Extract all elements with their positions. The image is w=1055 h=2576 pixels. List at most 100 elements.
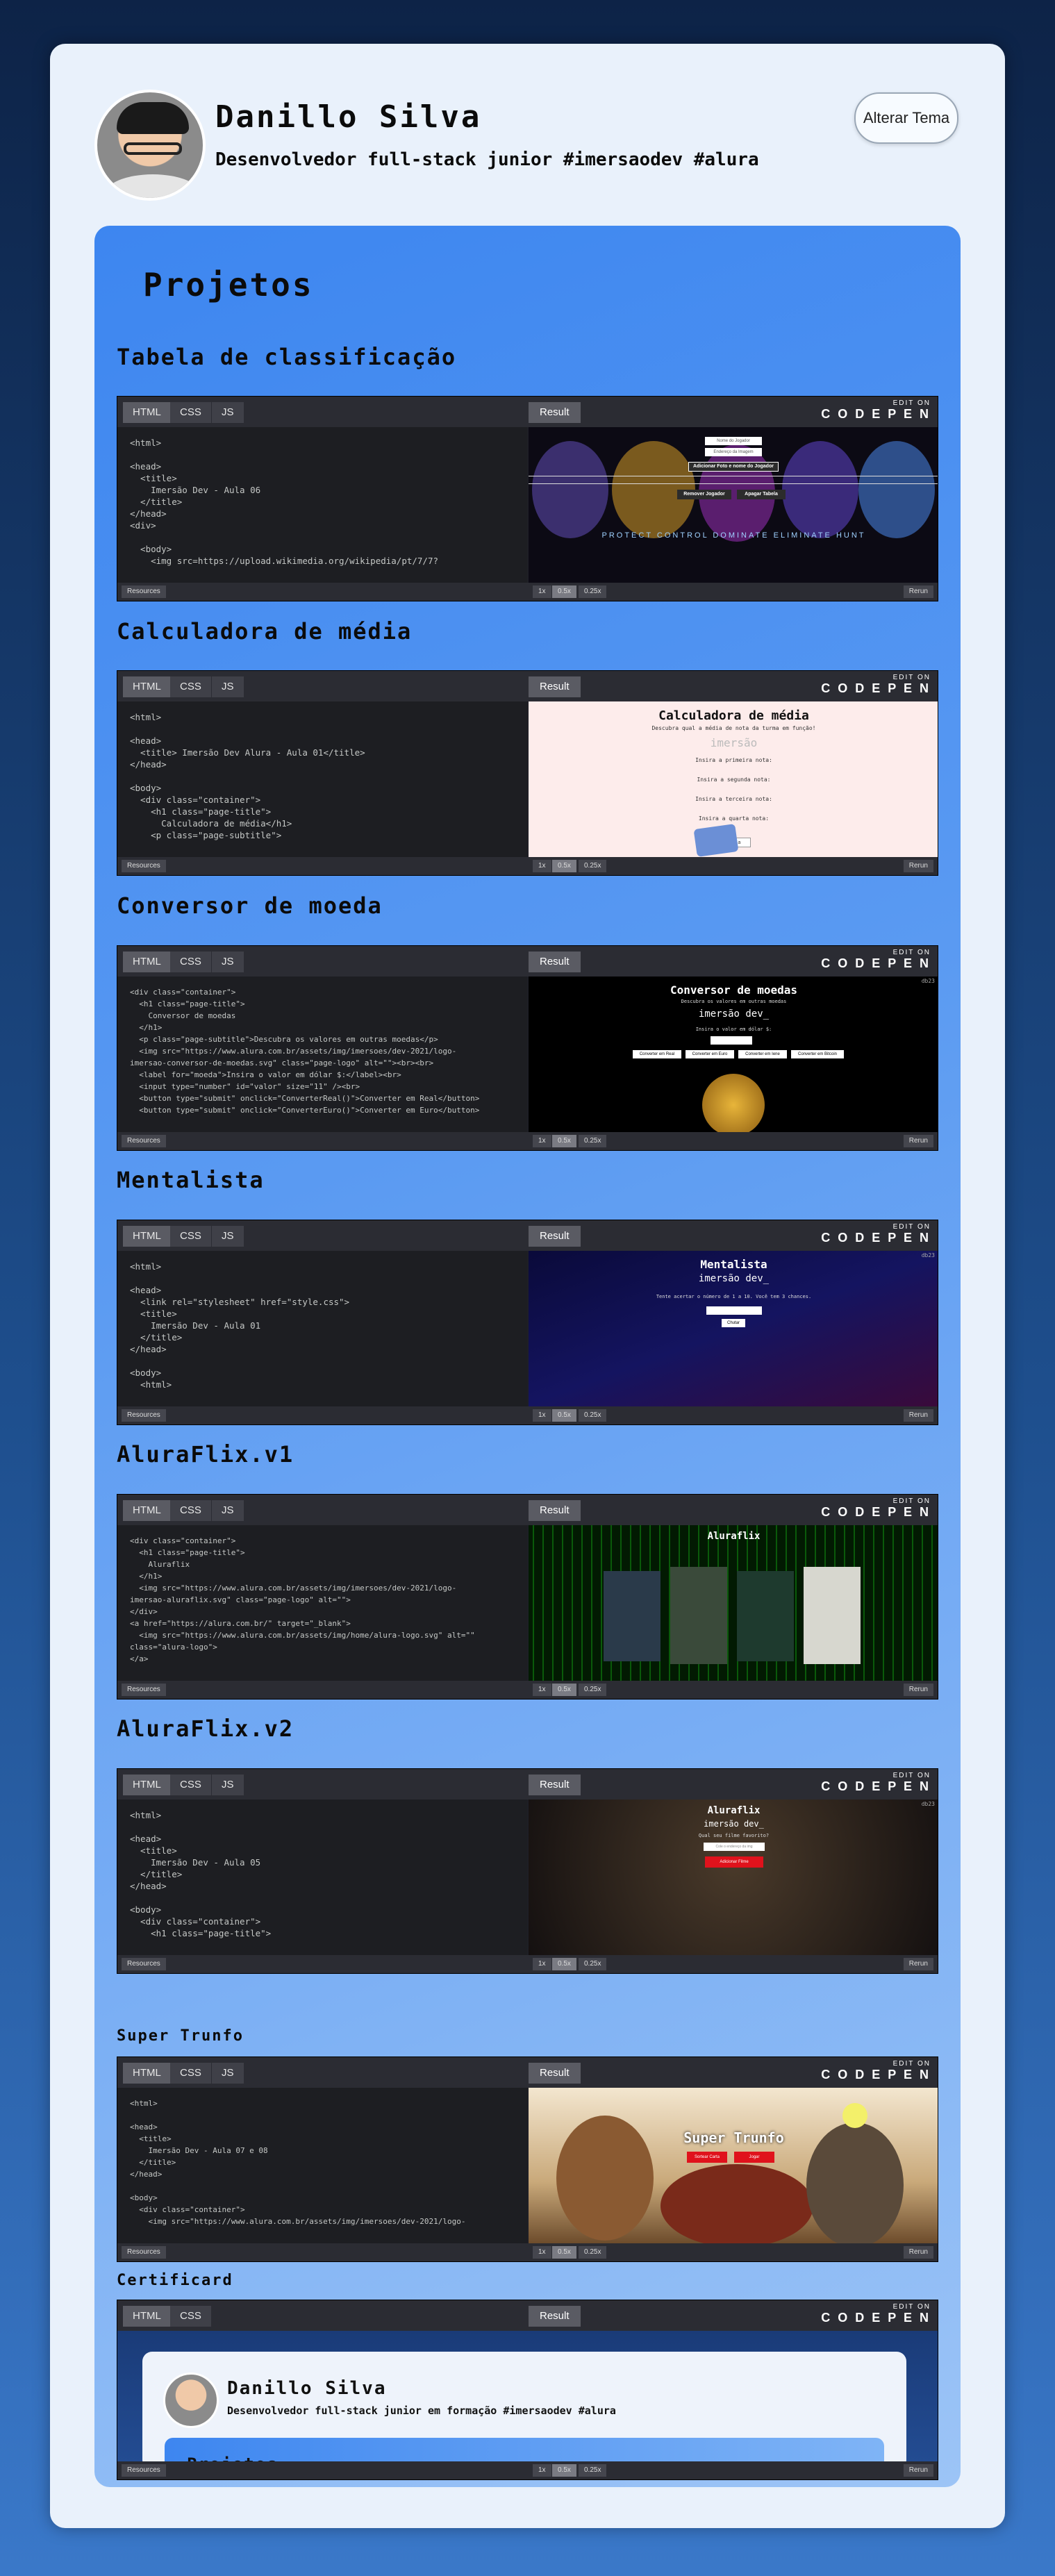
tab-result[interactable]: Result [529,1500,581,1521]
tab-js[interactable]: JS [212,1226,244,1247]
rerun-button[interactable]: Rerun [903,1135,933,1147]
edit-on-codepen-link[interactable]: EDIT ON C O D E P E N [821,2060,931,2082]
rerun-button[interactable]: Rerun [903,1409,933,1422]
tab-html[interactable]: HTML [123,952,171,972]
edit-on-codepen-link[interactable]: EDIT ON C O D E P E N [821,1223,931,1245]
tab-css[interactable]: CSS [170,2306,211,2327]
rerun-button[interactable]: Rerun [903,860,933,872]
resources-button[interactable]: Resources [122,2464,166,2477]
tab-js[interactable]: JS [212,402,244,423]
convert-bitcoin-button[interactable]: Converter em Bitcoin [791,1050,844,1058]
convert-yen-button[interactable]: Converter em Iene [738,1050,787,1058]
edit-on-codepen-link[interactable]: EDIT ON C O D E P E N [821,1772,931,1794]
delete-table-button[interactable]: Apagar Tabela [737,490,786,499]
zoom-025x-button[interactable]: 0.25x [579,2246,607,2259]
convert-real-button[interactable]: Converter em Real [633,1050,681,1058]
code-panel[interactable]: <html> <head> <title> Imersão Dev - Aula… [117,427,527,584]
zoom-05x-button[interactable]: 0.5x [552,2246,576,2259]
zoom-025x-button[interactable]: 0.25x [579,1135,607,1147]
codepen-embed[interactable]: HTML CSS JS Result EDIT ON C O D E P E N… [117,1768,938,1974]
zoom-025x-button[interactable]: 0.25x [579,860,607,872]
tab-html[interactable]: HTML [123,2306,171,2327]
resources-button[interactable]: Resources [122,585,166,598]
tab-js[interactable]: JS [212,952,244,972]
zoom-1x-button[interactable]: 1x [533,860,551,872]
change-theme-button[interactable]: Alterar Tema [854,92,958,144]
edit-on-codepen-link[interactable]: EDIT ON C O D E P E N [821,399,931,422]
tab-html[interactable]: HTML [123,1226,171,1247]
codepen-embed[interactable]: HTML CSS Result EDIT ON C O D E P E N Da… [117,2300,938,2480]
remove-player-button[interactable]: Remover Jogador [677,490,731,499]
zoom-05x-button[interactable]: 0.5x [552,2464,576,2477]
codepen-embed[interactable]: HTML CSS JS Result EDIT ON C O D E P E N… [117,396,938,601]
player-name-input[interactable]: Nome do Jogador [705,437,762,445]
guess-button[interactable]: Chutar [722,1319,745,1327]
resources-button[interactable]: Resources [122,1958,166,1970]
rerun-button[interactable]: Rerun [903,1684,933,1696]
rerun-button[interactable]: Rerun [903,2464,933,2477]
add-movie-button[interactable]: Adicionar Filme [705,1856,763,1868]
tab-js[interactable]: JS [212,2063,244,2084]
tab-result[interactable]: Result [529,2063,581,2084]
convert-euro-button[interactable]: Converter em Euro [686,1050,734,1058]
resources-button[interactable]: Resources [122,1684,166,1696]
zoom-025x-button[interactable]: 0.25x [579,1958,607,1970]
codepen-embed[interactable]: HTML CSS JS Result EDIT ON C O D E P E N… [117,945,938,1151]
tab-css[interactable]: CSS [170,1500,211,1521]
tab-html[interactable]: HTML [123,2063,171,2084]
tab-result[interactable]: Result [529,1775,581,1795]
resources-button[interactable]: Resources [122,2246,166,2259]
draw-card-button[interactable]: Sortear Carta [687,2152,727,2163]
zoom-05x-button[interactable]: 0.5x [552,1958,576,1970]
code-panel[interactable]: <html> <head> <title> Imersão Dev - Aula… [117,1800,527,1956]
tab-html[interactable]: HTML [123,1500,171,1521]
tab-css[interactable]: CSS [170,2063,211,2084]
tab-css[interactable]: CSS [170,676,211,697]
resources-button[interactable]: Resources [122,1409,166,1422]
tab-css[interactable]: CSS [170,1775,211,1795]
zoom-05x-button[interactable]: 0.5x [552,1409,576,1422]
tab-html[interactable]: HTML [123,1775,171,1795]
edit-on-codepen-link[interactable]: EDIT ON C O D E P E N [821,949,931,971]
tab-css[interactable]: CSS [170,1226,211,1247]
code-panel[interactable]: <html> <head> <title> Imersão Dev - Aula… [117,2088,527,2245]
resources-button[interactable]: Resources [122,1135,166,1147]
tab-result[interactable]: Result [529,2306,581,2327]
play-button[interactable]: Jogar [734,2152,774,2163]
rerun-button[interactable]: Rerun [903,1958,933,1970]
edit-on-codepen-link[interactable]: EDIT ON C O D E P E N [821,2303,931,2325]
zoom-1x-button[interactable]: 1x [533,2246,551,2259]
tab-result[interactable]: Result [529,402,581,423]
edit-on-codepen-link[interactable]: EDIT ON C O D E P E N [821,1497,931,1520]
zoom-1x-button[interactable]: 1x [533,585,551,598]
edit-on-codepen-link[interactable]: EDIT ON C O D E P E N [821,674,931,696]
tab-result[interactable]: Result [529,952,581,972]
tab-js[interactable]: JS [212,1500,244,1521]
zoom-05x-button[interactable]: 0.5x [552,585,576,598]
codepen-embed[interactable]: HTML CSS JS Result EDIT ON C O D E P E N… [117,670,938,876]
player-image-input[interactable]: Endereço da Imagem [705,448,762,456]
tab-css[interactable]: CSS [170,952,211,972]
codepen-embed[interactable]: HTML CSS JS Result EDIT ON C O D E P E N… [117,1494,938,1700]
zoom-1x-button[interactable]: 1x [533,1409,551,1422]
zoom-1x-button[interactable]: 1x [533,1958,551,1970]
zoom-05x-button[interactable]: 0.5x [552,860,576,872]
zoom-1x-button[interactable]: 1x [533,1684,551,1696]
add-player-button[interactable]: Adicionar Foto e nome do Jogador [688,462,779,472]
rerun-button[interactable]: Rerun [903,585,933,598]
zoom-05x-button[interactable]: 0.5x [552,1135,576,1147]
zoom-025x-button[interactable]: 0.25x [579,1684,607,1696]
tab-html[interactable]: HTML [123,402,171,423]
value-input[interactable] [711,1036,752,1045]
tab-css[interactable]: CSS [170,402,211,423]
tab-result[interactable]: Result [529,1226,581,1247]
zoom-1x-button[interactable]: 1x [533,2464,551,2477]
tab-html[interactable]: HTML [123,676,171,697]
image-url-input[interactable]: Cole o endereço da img [704,1843,765,1851]
tab-result[interactable]: Result [529,676,581,697]
code-panel[interactable]: <html> <head> <title> Imersão Dev Alura … [117,701,527,858]
code-panel[interactable]: <div class="container"> <h1 class="page-… [117,1525,527,1682]
code-panel[interactable]: <div class="container"> <h1 class="page-… [117,977,527,1133]
codepen-embed[interactable]: HTML CSS JS Result EDIT ON C O D E P E N… [117,1220,938,1425]
zoom-025x-button[interactable]: 0.25x [579,2464,607,2477]
